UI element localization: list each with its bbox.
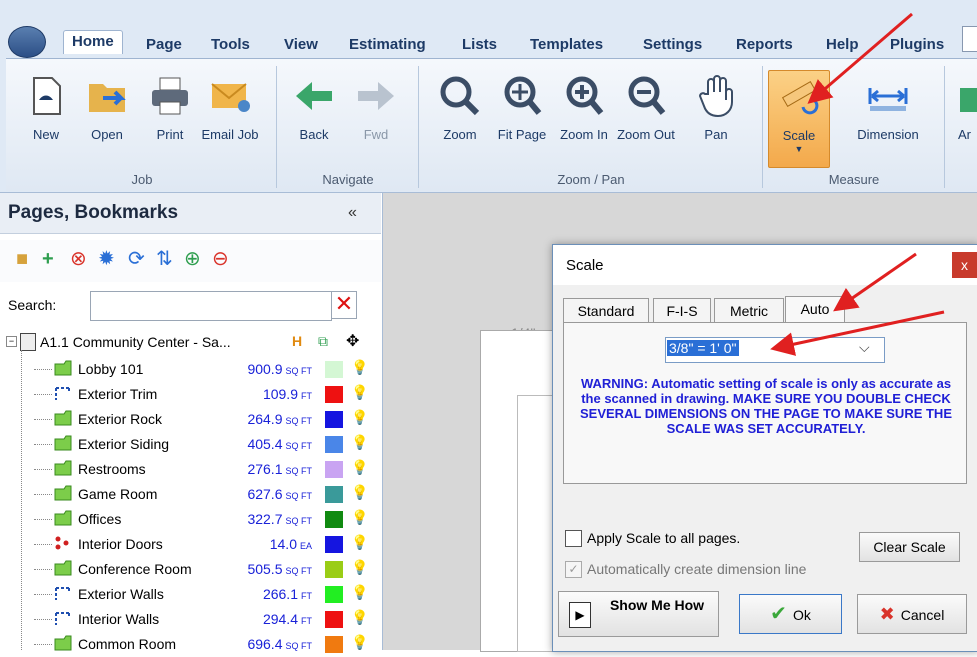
arrow-to-auto-tab bbox=[833, 252, 917, 312]
arrow-to-scale bbox=[807, 12, 913, 104]
annotation-arrows bbox=[770, 12, 945, 356]
arrow-to-scale-value bbox=[770, 310, 945, 356]
